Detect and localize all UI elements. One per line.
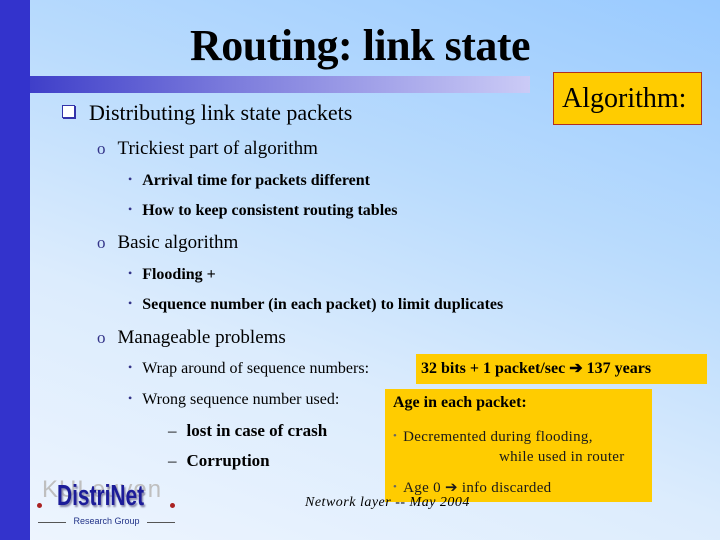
list-item-text: How to keep consistent routing tables <box>142 202 398 219</box>
distrinet-logo: KULeuven DistriNet Research Group <box>34 476 179 534</box>
sub-list-item-text: Corruption <box>186 451 270 470</box>
age-item-continuation: while used in router <box>499 449 625 465</box>
dot-bullet-icon: • <box>128 296 133 310</box>
main-bullet: Distributing link state packets <box>62 100 352 126</box>
age-item-text: Decremented during flooding, <box>403 429 593 445</box>
left-accent-bar <box>0 0 30 540</box>
section-label: Basic algorithm <box>117 232 239 253</box>
slide-footer: Network layer -- May 2004 <box>305 495 470 510</box>
circle-bullet-icon: o <box>97 328 106 347</box>
list-item-text: Wrap around of sequence numbers: <box>142 360 370 377</box>
dot-bullet-icon: • <box>128 172 133 186</box>
section-basic: o Basic algorithm <box>97 232 238 254</box>
list-item: • Arrival time for packets different <box>128 172 370 190</box>
section-label: Trickiest part of algorithm <box>117 138 318 159</box>
sub-list-item: – Corruption <box>168 451 270 471</box>
section-trickiest: o Trickiest part of algorithm <box>97 138 318 160</box>
circle-bullet-icon: o <box>97 139 106 158</box>
sub-list-item-text: lost in case of crash <box>186 421 328 440</box>
logo-dot-icon <box>37 503 42 508</box>
list-item-text: Arrival time for packets different <box>142 172 370 189</box>
age-box-title: Age in each packet: <box>393 394 527 411</box>
section-manageable: o Manageable problems <box>97 327 286 349</box>
title-underline-bar <box>30 76 530 93</box>
list-item: • Sequence number (in each packet) to lim… <box>128 296 503 314</box>
slide-title: Routing: link state <box>189 21 531 70</box>
circle-bullet-icon: o <box>97 233 106 252</box>
age-item: • Decremented during flooding, <box>393 429 593 446</box>
logo-distrinet-text: DistriNet <box>57 480 145 512</box>
list-item: • Wrap around of sequence numbers: <box>128 360 369 378</box>
list-item: • How to keep consistent routing tables <box>128 202 397 220</box>
list-item-text: Sequence number (in each packet) to limi… <box>142 296 504 313</box>
square-bullet-icon <box>62 105 75 118</box>
section-label: Manageable problems <box>117 327 286 348</box>
dot-bullet-icon: • <box>128 202 133 216</box>
dash-bullet-icon: – <box>168 421 177 440</box>
logo-subtitle: Research Group <box>73 516 140 526</box>
dash-bullet-icon: – <box>168 451 177 470</box>
list-item: • Flooding + <box>128 266 216 284</box>
dot-bullet-icon: • <box>393 481 398 493</box>
sub-list-item: – lost in case of crash <box>168 421 327 441</box>
list-item-text: Wrong sequence number used: <box>142 391 340 408</box>
wrap-around-highlight: 32 bits + 1 packet/sec ➔ 137 years <box>416 354 707 384</box>
dot-bullet-icon: • <box>128 360 133 374</box>
dot-bullet-icon: • <box>128 266 133 280</box>
age-callout-box: Age in each packet: • Decremented during … <box>385 389 652 502</box>
logo-dot-icon <box>170 503 175 508</box>
main-bullet-text: Distributing link state packets <box>89 100 353 125</box>
dot-bullet-icon: • <box>128 391 133 405</box>
dot-bullet-icon: • <box>393 430 398 442</box>
list-item-text: Flooding + <box>142 266 216 283</box>
age-item-text: Age 0 ➔ info discarded <box>403 480 552 496</box>
list-item: • Wrong sequence number used: <box>128 391 339 409</box>
algorithm-callout: Algorithm: <box>553 72 702 125</box>
